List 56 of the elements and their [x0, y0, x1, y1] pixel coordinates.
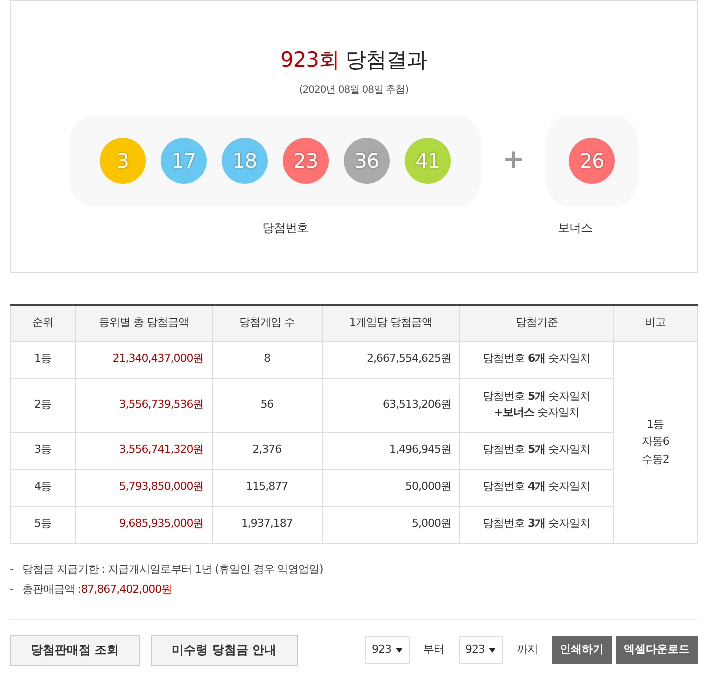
link-button[interactable]: 미수령 당첨금 안내 — [151, 634, 298, 666]
lotto-ball: 17 — [160, 138, 207, 184]
table-cell: 3,556,741,320원 — [75, 432, 212, 469]
column-header: 비고 — [614, 305, 698, 341]
bullet-mark: - — [10, 582, 14, 598]
round-select[interactable]: 923 — [458, 636, 503, 664]
table-cell: 9,685,935,000원 — [75, 506, 212, 543]
table-cell: 56 — [212, 378, 322, 432]
table-cell: 5,793,850,000원 — [75, 469, 212, 506]
caret-icon — [489, 648, 496, 652]
lotto-ball: 41 — [404, 138, 451, 184]
range-label: 부터 — [424, 642, 444, 658]
table-cell: 8 — [212, 341, 322, 378]
round-select[interactable]: 923 — [365, 636, 410, 664]
table-cell: 63,513,206원 — [322, 378, 460, 432]
bonus-label: 보너스 — [556, 220, 594, 236]
total-sales-amount: 87,867,402,000원 — [81, 582, 172, 598]
table-cell: 1,937,187 — [212, 506, 322, 543]
table-cell: 115,877 — [212, 469, 322, 506]
column-header: 순위 — [10, 305, 76, 341]
table-cell: 1,496,945원 — [322, 432, 460, 469]
bullet-mark: - — [10, 562, 14, 578]
numbers-label: 당첨번호 — [262, 220, 310, 236]
table-cell: 1등 — [10, 341, 76, 378]
table-cell: 50,000원 — [322, 469, 460, 506]
caret-icon — [396, 648, 402, 652]
draw-date: (2020년 08월 08일 추첨) — [298, 84, 410, 98]
table-cell: 5,000원 — [322, 506, 460, 543]
lotto-ball: 23 — [282, 138, 329, 184]
result-title: 당첨결과 — [346, 47, 428, 74]
table-cell: 3,556,739,536원 — [75, 378, 212, 432]
action-button[interactable]: 인쇄하기 — [552, 636, 612, 664]
table-cell: 4등 — [10, 469, 76, 506]
lotto-ball: 36 — [344, 138, 390, 184]
table-cell: 당첨번호 6개 숫자일치 — [460, 341, 614, 378]
table-cell: 21,340,437,000원 — [75, 341, 212, 378]
note-text: 총판매금액 : — [22, 582, 82, 598]
table-cell: 2등 — [10, 378, 76, 432]
plus-sign: + — [502, 144, 524, 177]
lotto-ball: 26 — [569, 138, 616, 184]
column-header: 1게임당 당첨금액 — [322, 305, 460, 341]
table-cell: 5등 — [10, 506, 76, 543]
round-number: 923회 — [280, 47, 340, 74]
table-cell: 2,667,554,625원 — [322, 341, 460, 378]
table-cell: 3등 — [10, 432, 76, 469]
column-header: 당첨게임 수 — [212, 305, 322, 341]
table-cell: 2,376 — [212, 432, 322, 469]
range-label: 까지 — [517, 642, 538, 658]
table-cell: 1등 자동6 수동2 — [614, 341, 698, 543]
lotto-ball: 18 — [222, 138, 268, 184]
column-header: 당첨기준 — [460, 305, 614, 341]
link-button[interactable]: 당첨판매점 조회 — [10, 634, 140, 666]
column-header: 등위별 총 당첨금액 — [75, 305, 212, 341]
note-text: 당첨금 지급기한 : 지급개시일로부터 1년 (휴일인 경우 익영업일) — [22, 562, 324, 578]
lotto-ball: 3 — [100, 138, 146, 184]
action-button[interactable]: 엑셀다운로드 — [616, 636, 698, 664]
